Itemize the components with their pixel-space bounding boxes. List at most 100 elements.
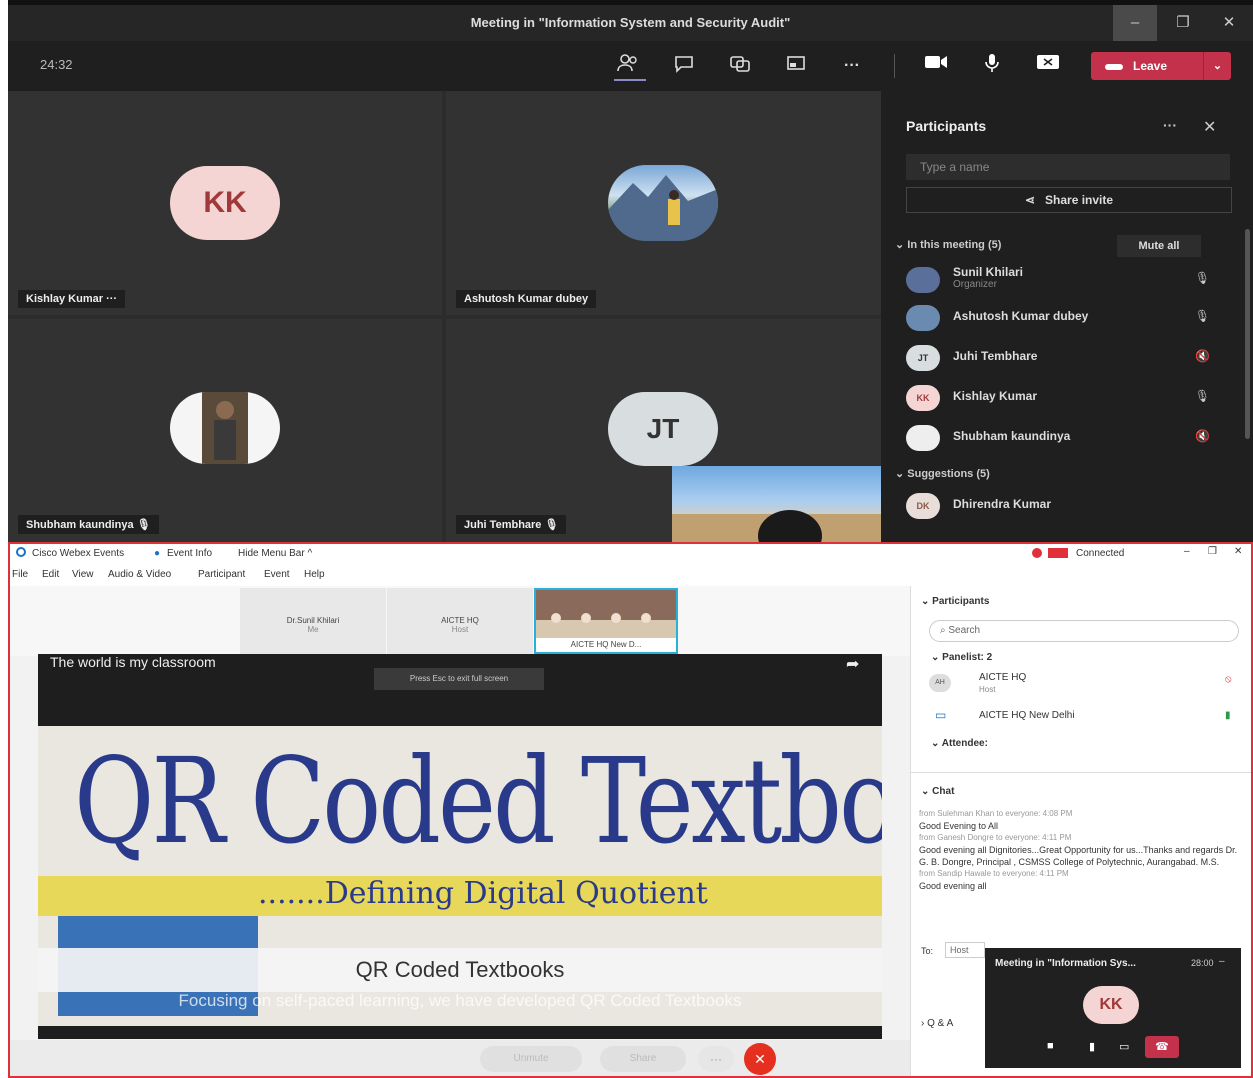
chat-meta: from Ganesh Dongre to everyone: 4:11 PM bbox=[919, 833, 1072, 842]
suggestions-header[interactable]: ⌄ Suggestions (5) bbox=[895, 467, 990, 480]
unmute-button[interactable]: Unmute bbox=[480, 1046, 582, 1072]
close-window-button[interactable]: ✕ bbox=[1207, 5, 1251, 41]
video-thumbnail-active[interactable]: AICTE HQ New D... bbox=[534, 588, 678, 654]
share-button[interactable]: Share bbox=[600, 1046, 686, 1072]
more-icon[interactable]: ··· bbox=[838, 53, 866, 79]
video-tile[interactable]: Shubham kaundinya 🎙 bbox=[8, 319, 442, 542]
participant-row[interactable]: Ashutosh Kumar dubey 🎙 bbox=[906, 301, 1226, 335]
mic-icon[interactable] bbox=[978, 53, 1006, 79]
chevron-down-icon: ⌄ bbox=[895, 239, 908, 251]
participant-search-input[interactable]: ⌕ Search bbox=[929, 620, 1239, 642]
chat-message: Good evening all bbox=[919, 881, 987, 891]
muted-mic-icon: 🎙 bbox=[136, 519, 151, 531]
muted-mic-icon: 🔇 bbox=[1195, 349, 1210, 363]
menu-edit[interactable]: Edit bbox=[42, 569, 59, 580]
participants-icon[interactable] bbox=[614, 53, 642, 79]
chat-message: Good evening all Dignitories...Great Opp… bbox=[919, 845, 1238, 867]
participant-name: AICTE HQ New Delhi bbox=[979, 710, 1075, 721]
minimize-button[interactable]: – bbox=[1184, 546, 1190, 557]
hangup-button[interactable]: ☎ bbox=[1145, 1036, 1179, 1058]
share-invite-button[interactable]: ⋖ Share invite bbox=[906, 187, 1232, 213]
suggestion-row[interactable]: DK Dhirendra Kumar bbox=[906, 489, 1226, 523]
reactions-icon[interactable] bbox=[726, 53, 754, 79]
participant-name: Shubham kaundinya bbox=[26, 519, 134, 531]
teams-mini-window[interactable]: Meeting in "Information Sys... 28:00 – K… bbox=[985, 948, 1241, 1068]
video-tile[interactable]: KK Kishlay Kumar ··· bbox=[8, 91, 442, 315]
share-forward-icon[interactable]: ➦ bbox=[846, 654, 859, 674]
panel-scrollbar[interactable] bbox=[1245, 229, 1250, 439]
leave-button[interactable]: Leave ⌄ bbox=[1091, 52, 1231, 80]
end-call-button[interactable]: ✕ bbox=[744, 1043, 776, 1075]
minimize-button[interactable]: – bbox=[1113, 5, 1157, 41]
chat-icon[interactable] bbox=[670, 53, 698, 79]
share-screen-icon[interactable]: ▭ bbox=[1119, 1040, 1139, 1058]
participant-row[interactable]: KK Kishlay Kumar 🎙 bbox=[906, 381, 1226, 415]
share-screen-icon[interactable] bbox=[1034, 53, 1062, 79]
signal-icon bbox=[1048, 548, 1068, 558]
chat-header[interactable]: ⌄ Chat bbox=[921, 786, 954, 797]
participant-row[interactable]: Sunil Khilari Organizer 🎙 bbox=[906, 263, 1226, 297]
mic-icon[interactable]: ▮ bbox=[1089, 1040, 1109, 1058]
mini-time: 28:00 bbox=[1191, 958, 1214, 968]
leave-label: Leave bbox=[1133, 59, 1168, 73]
menu-help[interactable]: Help bbox=[304, 569, 325, 580]
qa-header[interactable]: › Q & A bbox=[921, 1018, 953, 1029]
participant-avatar: KK bbox=[906, 385, 940, 411]
video-thumbnail[interactable]: Dr.Sunil Khilari Me bbox=[240, 588, 386, 654]
attendee-header[interactable]: ⌄ Attendee: bbox=[931, 738, 988, 749]
camera-icon[interactable] bbox=[922, 53, 950, 79]
menu-file[interactable]: File bbox=[12, 569, 28, 580]
participant-row[interactable]: JT Juhi Tembhare 🔇 bbox=[906, 341, 1226, 375]
chat-recipient-select[interactable]: Host bbox=[945, 942, 985, 958]
participant-name: Ashutosh Kumar dubey bbox=[953, 309, 1089, 323]
video-tile[interactable]: Ashutosh Kumar dubey bbox=[446, 91, 881, 315]
menu-view[interactable]: View bbox=[72, 569, 94, 580]
device-icon: ▭ bbox=[935, 708, 947, 722]
share-tray-icon[interactable] bbox=[782, 53, 810, 79]
thumbnail-name: AICTE HQ New D... bbox=[536, 638, 676, 652]
video-tile[interactable]: JT Juhi Tembhare 🎙 bbox=[446, 319, 881, 542]
menu-participant[interactable]: Participant bbox=[198, 569, 245, 580]
more-icon[interactable]: ··· bbox=[106, 293, 117, 305]
panelist-row[interactable]: AH AICTE HQ Host ⦸ bbox=[929, 672, 1232, 702]
close-panel-icon[interactable]: ✕ bbox=[1203, 117, 1216, 137]
press-esc-hint: Press Esc to exit full screen bbox=[374, 668, 544, 690]
close-window-button[interactable]: ✕ bbox=[1234, 546, 1242, 557]
more-options-button[interactable]: ··· bbox=[698, 1046, 734, 1072]
chat-message: Good Evening to All bbox=[919, 821, 999, 831]
video-filmstrip: Dr.Sunil Khilari Me AICTE HQ Host AICTE … bbox=[10, 586, 910, 656]
self-view-video[interactable] bbox=[672, 466, 881, 542]
chat-input[interactable] bbox=[921, 964, 981, 1024]
leave-options-chevron-icon[interactable]: ⌄ bbox=[1203, 52, 1231, 80]
camera-icon[interactable]: ■ bbox=[1047, 1040, 1067, 1058]
participant-search-input[interactable]: Type a name bbox=[906, 154, 1230, 180]
avatar: KK bbox=[170, 166, 280, 240]
mute-all-button[interactable]: Mute all bbox=[1117, 235, 1201, 257]
webex-logo-icon bbox=[16, 547, 26, 557]
menu-event[interactable]: Event bbox=[264, 569, 290, 580]
search-placeholder: Search bbox=[948, 625, 981, 636]
mini-title: Meeting in "Information Sys... bbox=[995, 958, 1136, 969]
maximize-button[interactable]: ❐ bbox=[1161, 5, 1205, 41]
in-meeting-header[interactable]: ⌄ In this meeting (5) bbox=[895, 238, 1001, 251]
panelist-header[interactable]: ⌄ Panelist: 2 bbox=[931, 652, 992, 663]
participant-name: Shubham kaundinya bbox=[953, 429, 1071, 443]
shared-content: The world is my classroom ➦ Press Esc to… bbox=[38, 654, 882, 1039]
menu-audio-video[interactable]: Audio & Video bbox=[108, 569, 171, 580]
mic-icon: 🎙 bbox=[1194, 389, 1210, 403]
maximize-button[interactable]: ❐ bbox=[1208, 546, 1217, 557]
chat-messages: from Sulehman Khan to everyone: 4:08 PM … bbox=[919, 808, 1239, 892]
panelist-row[interactable]: ▭ AICTE HQ New Delhi ▮ bbox=[929, 708, 1231, 730]
event-info-link[interactable]: Event Info bbox=[167, 548, 212, 559]
minimize-icon[interactable]: – bbox=[1219, 956, 1225, 967]
panelist-label: Panelist: 2 bbox=[942, 652, 993, 663]
screenshot-root: Meeting in "Information System and Secur… bbox=[0, 0, 1253, 1078]
video-thumbnail[interactable]: AICTE HQ Host bbox=[387, 588, 533, 654]
hide-menu-bar-link[interactable]: Hide Menu Bar ^ bbox=[238, 548, 312, 559]
participants-header[interactable]: ⌄ Participants bbox=[921, 596, 989, 607]
thumbnail-role: Host bbox=[451, 625, 469, 634]
webex-window: Cisco Webex Events ● Event Info Hide Men… bbox=[8, 542, 1253, 1078]
participant-row[interactable]: Shubham kaundinya 🔇 bbox=[906, 421, 1226, 455]
panel-more-icon[interactable]: ··· bbox=[1163, 117, 1177, 133]
muted-mic-icon: 🎙 bbox=[544, 519, 559, 531]
